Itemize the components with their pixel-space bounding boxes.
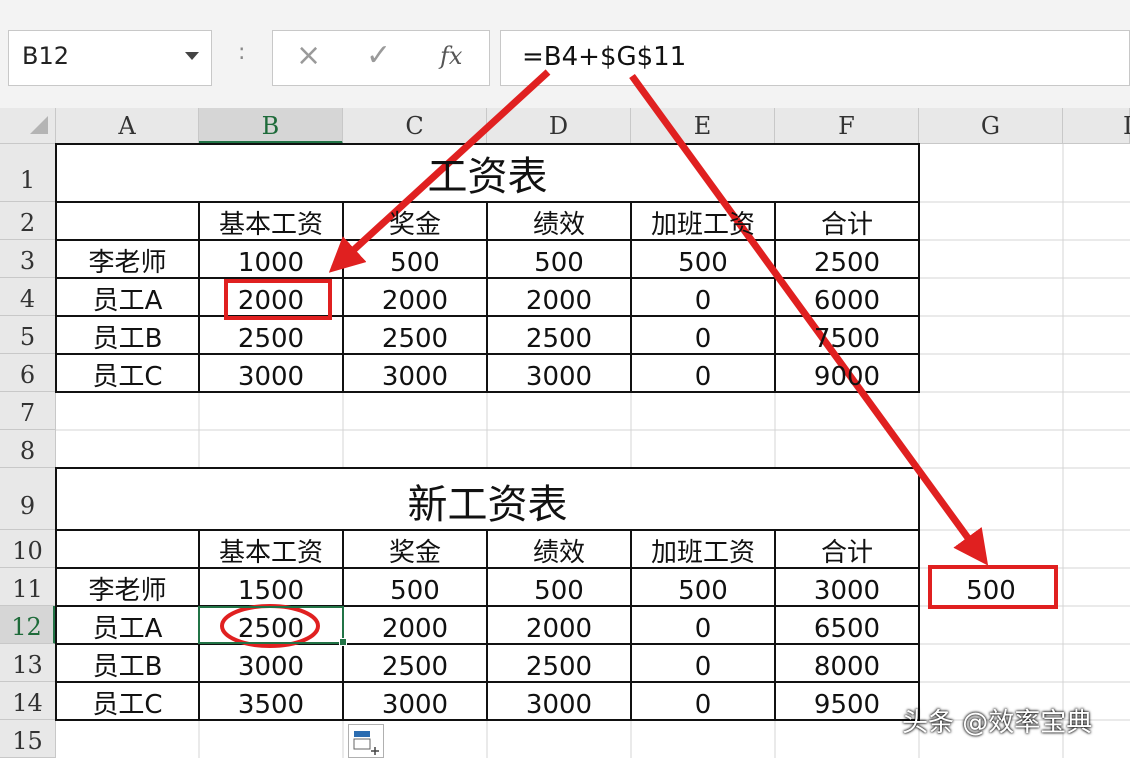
- table2-name-cell[interactable]: 员工C: [56, 682, 199, 720]
- table2-name-cell[interactable]: 员工B: [56, 644, 199, 682]
- table1-value-cell[interactable]: 0: [631, 278, 775, 316]
- table1-name-cell[interactable]: 员工C: [56, 354, 199, 392]
- table2-value-cell[interactable]: 3000: [199, 644, 343, 682]
- table2-value-cell[interactable]: 500: [343, 568, 487, 606]
- table1-value-cell[interactable]: 3000: [199, 354, 343, 392]
- table1-value-cell[interactable]: 2500: [487, 316, 631, 354]
- table2-value-cell[interactable]: 9500: [775, 682, 919, 720]
- table2-value-cell[interactable]: 500: [487, 568, 631, 606]
- table2-value-cell[interactable]: 1500: [199, 568, 343, 606]
- table2-name-cell[interactable]: 员工A: [56, 606, 199, 644]
- table2-header-cell[interactable]: 奖金: [343, 530, 487, 568]
- table2-value-cell[interactable]: 2500: [487, 644, 631, 682]
- table1-value-cell[interactable]: 2000: [199, 278, 343, 316]
- table2-value-cell[interactable]: 3000: [775, 568, 919, 606]
- table1-value-cell[interactable]: 500: [487, 240, 631, 278]
- table1-title[interactable]: 工资表: [56, 144, 919, 202]
- table1-value-cell[interactable]: 7500: [775, 316, 919, 354]
- table1-value-cell[interactable]: 3000: [487, 354, 631, 392]
- table2-header-cell[interactable]: 基本工资: [199, 530, 343, 568]
- table2-value-cell[interactable]: 8000: [775, 644, 919, 682]
- table1-value-cell[interactable]: 2000: [343, 278, 487, 316]
- table2-value-cell[interactable]: 0: [631, 644, 775, 682]
- table2-name-cell[interactable]: 李老师: [56, 568, 199, 606]
- table1-value-cell[interactable]: 2500: [343, 316, 487, 354]
- table1-value-cell[interactable]: 2500: [775, 240, 919, 278]
- table1-name-cell[interactable]: 李老师: [56, 240, 199, 278]
- table2-value-cell[interactable]: 2000: [343, 606, 487, 644]
- table1-value-cell[interactable]: 0: [631, 316, 775, 354]
- watermark: 头条 @效率宝典: [902, 708, 1093, 738]
- table1-header-cell[interactable]: 绩效: [487, 202, 631, 240]
- table1-value-cell[interactable]: 500: [631, 240, 775, 278]
- active-cell-border: [198, 606, 344, 644]
- table2-value-cell[interactable]: 500: [631, 568, 775, 606]
- table2-value-cell[interactable]: 2000: [487, 606, 631, 644]
- table2-value-cell[interactable]: 6500: [775, 606, 919, 644]
- table2-value-cell[interactable]: 3500: [199, 682, 343, 720]
- table1-value-cell[interactable]: 3000: [343, 354, 487, 392]
- table1-header-cell[interactable]: 奖金: [343, 202, 487, 240]
- table1-header-cell[interactable]: 合计: [775, 202, 919, 240]
- table1-value-cell[interactable]: 6000: [775, 278, 919, 316]
- table2-value-cell[interactable]: 3000: [487, 682, 631, 720]
- paste-options-icon: [353, 731, 379, 755]
- table2-value-cell[interactable]: 3000: [343, 682, 487, 720]
- table1-value-cell[interactable]: 9000: [775, 354, 919, 392]
- table1-header-cell[interactable]: 加班工资: [631, 202, 775, 240]
- table1-value-cell[interactable]: 1000: [199, 240, 343, 278]
- fill-handle[interactable]: [339, 638, 347, 646]
- table1-name-cell[interactable]: 员工A: [56, 278, 199, 316]
- table2-header-cell[interactable]: 绩效: [487, 530, 631, 568]
- table2-value-cell[interactable]: 0: [631, 682, 775, 720]
- table1-value-cell[interactable]: 2000: [487, 278, 631, 316]
- table2-title[interactable]: 新工资表: [56, 468, 919, 530]
- table2-header-cell[interactable]: 合计: [775, 530, 919, 568]
- table2-value-cell[interactable]: 0: [631, 606, 775, 644]
- table1-value-cell[interactable]: 500: [343, 240, 487, 278]
- table1-value-cell[interactable]: 2500: [199, 316, 343, 354]
- table1-value-cell[interactable]: 0: [631, 354, 775, 392]
- table2-value-cell[interactable]: 2500: [343, 644, 487, 682]
- table1-header-cell[interactable]: 基本工资: [199, 202, 343, 240]
- paste-options-button[interactable]: [348, 724, 384, 758]
- cell-g11[interactable]: 500: [919, 568, 1063, 606]
- table2-header-cell[interactable]: 加班工资: [631, 530, 775, 568]
- table1-name-cell[interactable]: 员工B: [56, 316, 199, 354]
